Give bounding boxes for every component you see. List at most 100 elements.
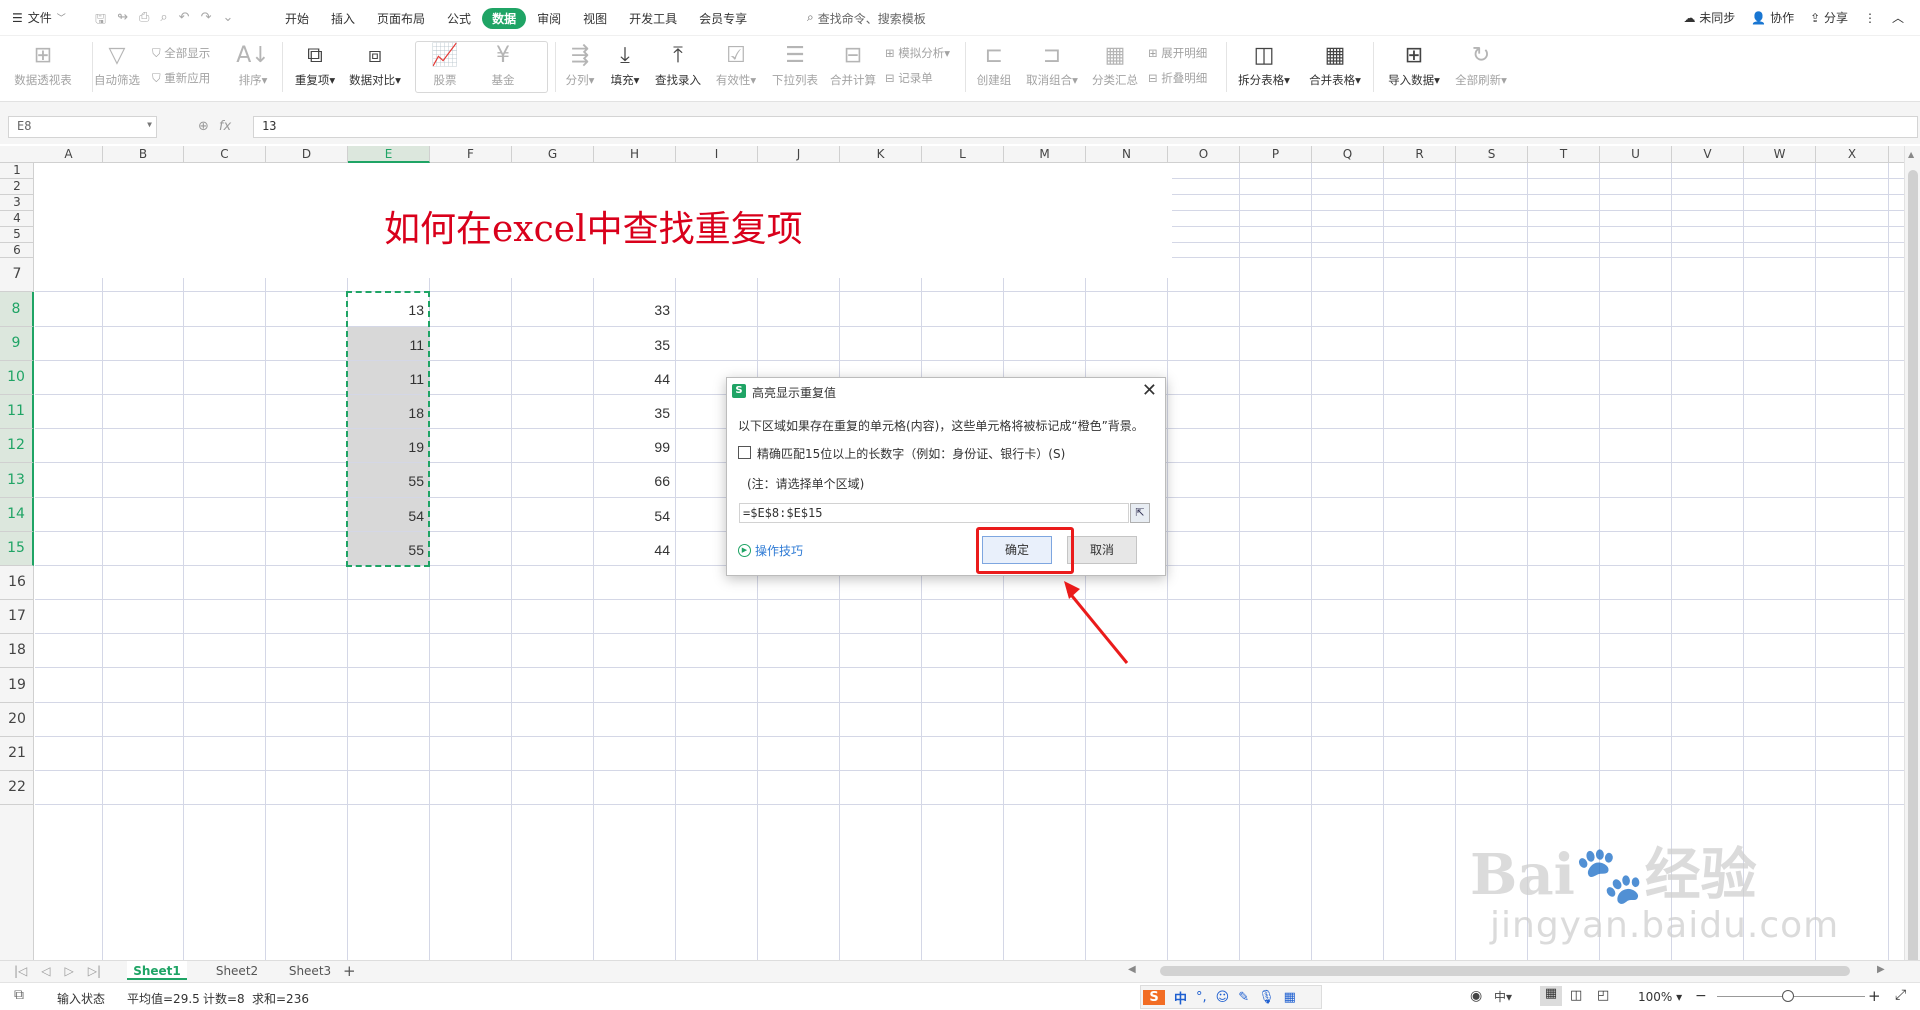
column-header-Q[interactable]: Q [1312, 146, 1384, 163]
row-header-12[interactable]: 12 [0, 429, 34, 463]
fullscreen-icon[interactable]: ⤢ [1895, 987, 1906, 1003]
menu-tab-4[interactable]: 数据 [482, 8, 527, 29]
title-merged-cell[interactable]: 如何在excel中查找重复项 [35, 163, 1172, 278]
scroll-up-icon[interactable]: ▲ [1908, 150, 1914, 159]
duplicates-button[interactable]: ⧉ 重复项▾ [295, 42, 335, 88]
cell-H14[interactable]: 54 [594, 508, 674, 524]
column-header-W[interactable]: W [1744, 146, 1816, 163]
share-button[interactable]: ⇪ 分享 [1810, 9, 1848, 26]
column-header-C[interactable]: C [184, 146, 266, 163]
column-header-V[interactable]: V [1672, 146, 1744, 163]
row-header-22[interactable]: 22 [0, 771, 34, 805]
menu-tab-2[interactable]: 页面布局 [366, 8, 436, 29]
redo-icon[interactable]: ↷ [201, 10, 212, 32]
row-header-16[interactable]: 16 [0, 566, 34, 600]
column-header-D[interactable]: D [266, 146, 348, 163]
cancel-button[interactable]: 取消 [1067, 536, 1137, 564]
add-sheet-icon[interactable]: + [343, 962, 356, 980]
subtotal-button[interactable]: ▦ 分类汇总 [1092, 42, 1138, 88]
share-doc-icon[interactable]: ↬ [117, 10, 128, 32]
reading-view-icon[interactable]: ◰ [1597, 988, 1609, 1003]
name-box[interactable]: E8 ▼ [8, 116, 157, 138]
more-menu-icon[interactable]: ⋮ [1864, 11, 1876, 25]
column-header-B[interactable]: B [103, 146, 184, 163]
lang-switch[interactable]: 中▾ [1494, 988, 1512, 1005]
vertical-scroll-thumb[interactable] [1908, 170, 1918, 970]
fill-button[interactable]: ⤓ 填充▾ [611, 42, 640, 88]
column-header-T[interactable]: T [1528, 146, 1600, 163]
print-icon[interactable]: ⎙ [139, 10, 149, 32]
prev-sheet-icon[interactable]: ◁ [41, 964, 50, 978]
normal-view-icon[interactable]: ▦ [1540, 986, 1562, 1006]
file-menu-button[interactable]: ☰ 文件 ﹀ [12, 9, 66, 26]
print-preview-icon[interactable]: ⌕ [160, 10, 167, 32]
column-header-O[interactable]: O [1168, 146, 1240, 163]
row-header-7[interactable]: 7 [0, 258, 34, 292]
fx-icon[interactable]: fx [219, 119, 231, 134]
row-header-17[interactable]: 17 [0, 600, 34, 634]
column-header-I[interactable]: I [676, 146, 758, 163]
row-header-2[interactable]: 2 [0, 179, 34, 195]
reapply-button[interactable]: ⛉ 重新应用 [152, 70, 210, 86]
consolidate-button[interactable]: ⊟ 合并计算 [830, 42, 876, 88]
row-header-4[interactable]: 4 [0, 211, 34, 227]
autofilter-button[interactable]: ▽ 自动筛选 [94, 42, 140, 88]
merge-table-button[interactable]: ▦ 合并表格▾ [1309, 42, 1361, 88]
cell-H10[interactable]: 44 [594, 371, 674, 387]
row-header-15[interactable]: 15 [0, 532, 34, 566]
column-header-S[interactable]: S [1456, 146, 1528, 163]
data-compare-button[interactable]: ⧈ 数据对比▾ [349, 42, 401, 88]
menu-tab-8[interactable]: 会员专享 [688, 8, 758, 29]
collapse-ribbon-icon[interactable]: ︿ [1892, 9, 1904, 26]
sheet-tab-2[interactable]: Sheet2 [207, 964, 267, 978]
eye-protect-icon[interactable]: ◉ [1470, 988, 1482, 1004]
collapse-detail-button[interactable]: ⊟ 折叠明细 [1148, 70, 1207, 86]
zoom-out-icon[interactable]: − [1695, 988, 1707, 1004]
row-header-19[interactable]: 19 [0, 668, 34, 703]
exact-match-label[interactable]: 精确匹配15位以上的长数字（例如：身份证、银行卡）(S) [757, 445, 1065, 462]
refresh-all-button[interactable]: ↻ 全部刷新▾ [1455, 42, 1507, 88]
undo-icon[interactable]: ↶ [179, 10, 190, 32]
import-data-button[interactable]: ⊞ 导入数据▾ [1388, 42, 1440, 88]
menu-tab-1[interactable]: 插入 [320, 8, 366, 29]
cell-H15[interactable]: 44 [594, 542, 674, 558]
menu-tab-0[interactable]: 开始 [274, 8, 320, 29]
row-header-1[interactable]: 1 [0, 163, 34, 179]
first-sheet-icon[interactable]: |◁ [14, 964, 27, 978]
customize-icon[interactable]: ⌄ [222, 10, 233, 32]
column-header-X[interactable]: X [1816, 146, 1889, 163]
stock-button[interactable]: 📈 股票 [431, 42, 458, 88]
row-header-5[interactable]: 5 [0, 227, 34, 243]
row-header-8[interactable]: 8 [0, 292, 34, 327]
row-header-6[interactable]: 6 [0, 243, 34, 258]
sheet-tab-3[interactable]: Sheet3 [280, 964, 340, 978]
row-header-13[interactable]: 13 [0, 463, 34, 498]
row-header-14[interactable]: 14 [0, 498, 34, 532]
menu-tab-5[interactable]: 审阅 [526, 8, 572, 29]
menu-tab-3[interactable]: 公式 [436, 8, 482, 29]
cell-H13[interactable]: 66 [594, 473, 674, 489]
split-column-button[interactable]: ⇶ 分列▾ [566, 42, 595, 88]
zoom-slider-thumb[interactable] [1782, 990, 1794, 1002]
record-form-button[interactable]: ⊟ 记录单 [885, 70, 933, 86]
collab-button[interactable]: 👤 协作 [1751, 9, 1794, 26]
menu-tab-7[interactable]: 开发工具 [618, 8, 688, 29]
column-header-U[interactable]: U [1600, 146, 1672, 163]
row-header-9[interactable]: 9 [0, 327, 34, 361]
formula-input[interactable]: 13 [253, 116, 1918, 138]
column-header-K[interactable]: K [840, 146, 922, 163]
zoom-formula-icon[interactable]: ⊕ [198, 119, 209, 134]
next-sheet-icon[interactable]: ▷ [65, 964, 74, 978]
fund-button[interactable]: ¥ 基金 [492, 42, 515, 88]
row-header-21[interactable]: 21 [0, 737, 34, 771]
column-header-H[interactable]: H [594, 146, 676, 163]
page-break-view-icon[interactable]: ◫ [1570, 988, 1582, 1003]
close-icon[interactable]: ✕ [1142, 380, 1157, 401]
sync-button[interactable]: ☁ 未同步 [1683, 9, 1735, 26]
column-header-N[interactable]: N [1086, 146, 1168, 163]
sort-button[interactable]: A↓ 排序▾ [236, 42, 269, 88]
what-if-button[interactable]: ⊞ 模拟分析▾ [885, 45, 950, 61]
cell-H9[interactable]: 35 [594, 337, 674, 353]
pivot-table-button[interactable]: ⊞ 数据透视表 [14, 42, 72, 88]
last-sheet-icon[interactable]: ▷| [88, 964, 101, 978]
